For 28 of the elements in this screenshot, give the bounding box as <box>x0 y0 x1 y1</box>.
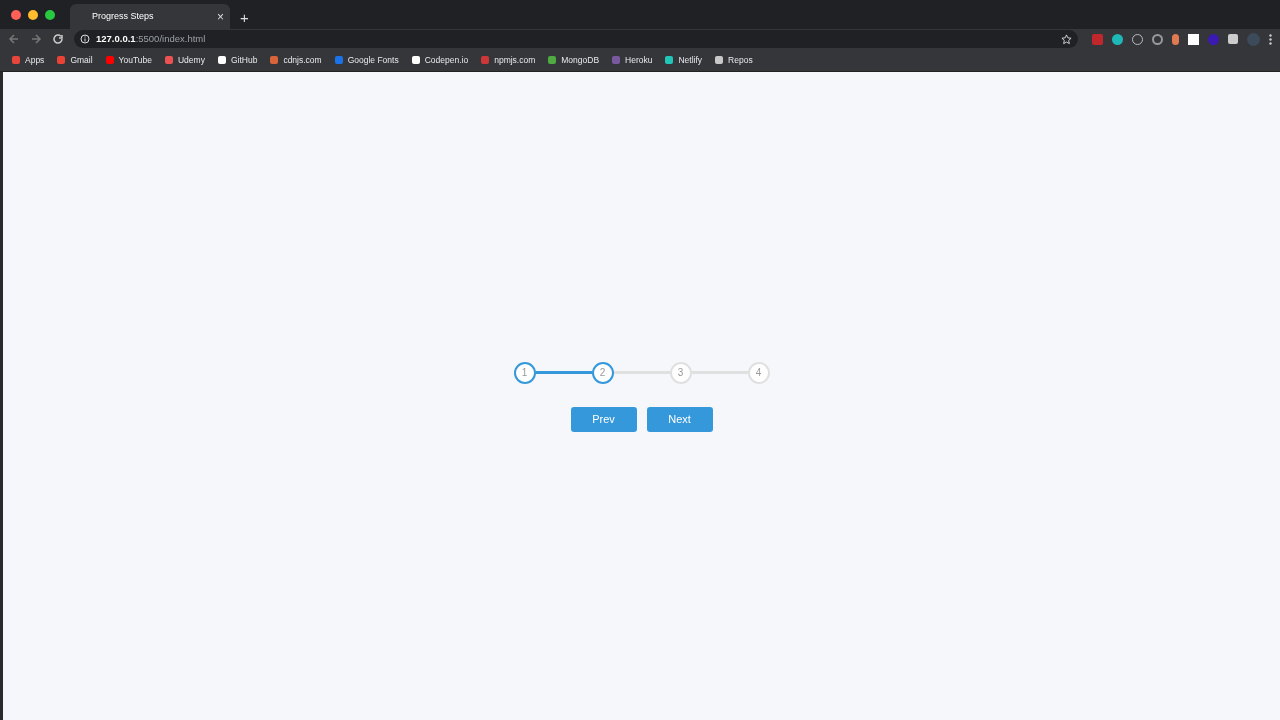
bookmark-link[interactable]: Gmail <box>57 53 93 67</box>
bookmark-link[interactable]: Netlify <box>665 53 703 67</box>
browser-tab[interactable]: Progress Steps × <box>70 4 230 29</box>
bookmark-link[interactable]: Repos <box>715 53 753 67</box>
new-tab-button[interactable]: + <box>240 10 249 25</box>
forward-icon[interactable] <box>30 33 42 45</box>
bookmark-link[interactable]: Google Fonts <box>334 53 399 67</box>
address-bar[interactable]: 127.0.0.1:5500/index.html <box>74 30 1078 48</box>
minimize-window-icon[interactable] <box>28 9 38 20</box>
info-icon[interactable] <box>80 34 90 44</box>
bookmark-link[interactable]: Heroku <box>612 53 653 67</box>
menu-icon[interactable] <box>1269 33 1272 45</box>
close-tab-button[interactable]: × <box>217 10 224 23</box>
bookmark-link[interactable]: YouTube <box>105 53 152 67</box>
bookmark-link[interactable]: Apps <box>12 53 45 67</box>
close-window-icon[interactable] <box>11 9 21 20</box>
bookmark-link[interactable]: GitHub <box>217 53 258 67</box>
bookmark-link[interactable]: cdnjs.com <box>270 53 322 67</box>
url-text: 127.0.0.1:5500/index.html <box>96 31 206 46</box>
bookmark-link[interactable]: MongoDB <box>548 53 600 67</box>
maximize-window-icon[interactable] <box>45 9 55 20</box>
star-icon[interactable] <box>1061 33 1072 45</box>
back-icon[interactable] <box>8 33 20 45</box>
bookmark-link[interactable]: Udemy <box>165 53 205 67</box>
bookmark-link[interactable]: Codepen.io <box>411 53 469 67</box>
tab-title: Progress Steps <box>92 9 154 23</box>
reload-icon[interactable] <box>52 33 64 45</box>
bookmark-link[interactable]: npmjs.com <box>481 53 536 67</box>
